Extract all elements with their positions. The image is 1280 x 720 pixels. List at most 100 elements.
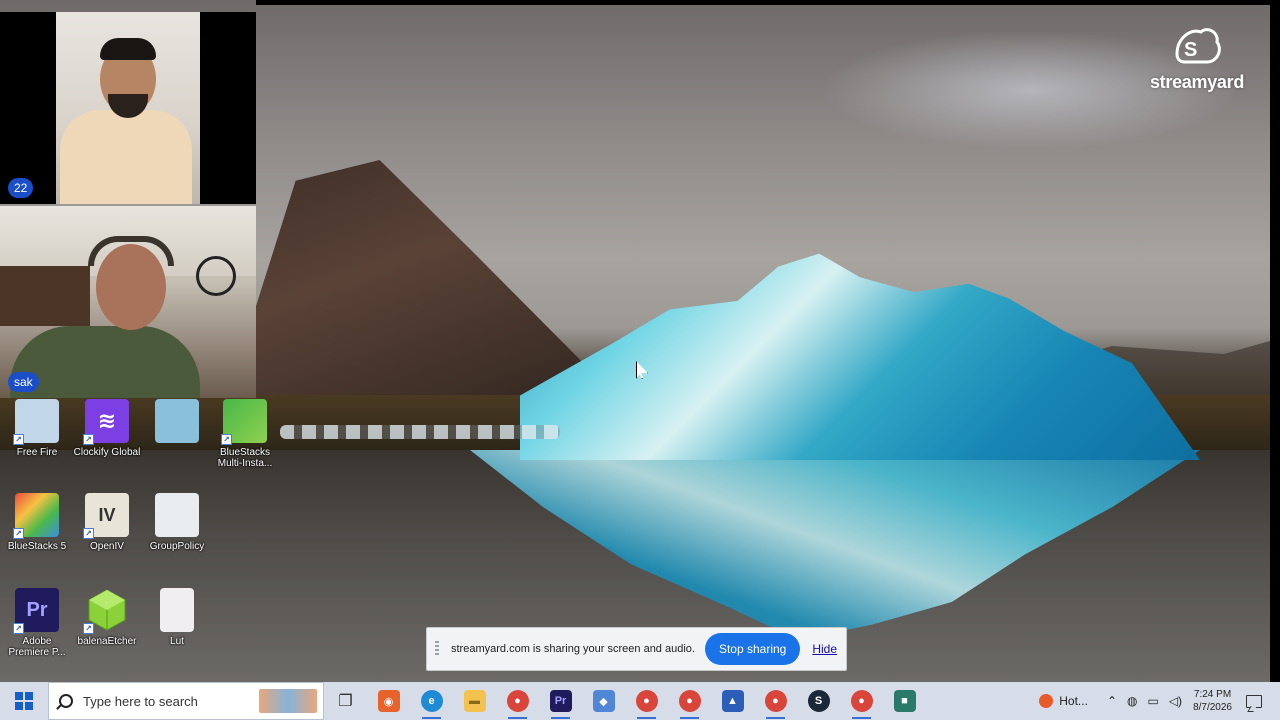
premiere-pro-icon: Pr ↗ [13,588,59,634]
streamyard-logo: S streamyard [1138,24,1256,93]
taskbar-app-task-view[interactable]: ❐ [324,682,367,720]
desktop-icon-clockify[interactable]: ≋ ↗ Clockify Global [73,399,141,458]
share-message: streamyard.com is sharing your screen an… [451,643,695,655]
desktop-icon-balena-etcher[interactable]: ↗ balenaEtcher [73,588,141,647]
weather-widget[interactable]: Hot... [1039,694,1088,708]
drag-handle-icon[interactable] [435,641,439,657]
desktop-icon-bluestacks[interactable]: ↗ BlueStacks 5 [3,493,71,552]
volume-icon[interactable]: ◁) [1169,694,1182,708]
taskbar-app-steam[interactable]: S [797,682,840,720]
stop-sharing-button[interactable]: Stop sharing [704,633,801,665]
network-icon[interactable]: ◍ [1127,694,1137,708]
desktop-icon-lut[interactable]: Lut [143,588,211,647]
desktop-icon-label: GroupPolicy [149,541,205,552]
weather-label: Hot... [1059,694,1088,708]
desktop-icon-label: BlueStacks 5 [7,541,67,552]
taskbar-app-edge[interactable]: e [410,682,453,720]
app-icon: ▲ [721,690,744,712]
file-icon [160,588,194,632]
windows-icon [15,692,33,710]
participant-camera-1 [56,12,200,204]
browser-icon: ◉ [377,690,400,712]
taskbar-app-generic[interactable]: ■ [883,682,926,720]
ice-floes [280,425,560,439]
taskbar-app-file-explorer[interactable]: ▬ [453,682,496,720]
weather-icon [1039,694,1054,708]
desktop-icon-label: OpenIV [90,541,124,552]
clock[interactable]: 7:24 PM 8/7/2026 [1193,688,1232,714]
participant-camera-2 [0,206,256,398]
taskbar-app-chrome[interactable]: ● [668,682,711,720]
camera-letterbox [200,12,256,204]
chrome-icon: ● [635,690,658,712]
chrome-icon: ● [506,690,529,712]
camera-letterbox [0,12,56,204]
chrome-icon: ● [850,690,873,712]
task-view-icon: ❐ [338,693,353,710]
openiv-icon: IV ↗ [83,493,129,539]
iceberg [520,253,1200,460]
search-placeholder: Type here to search [83,693,198,709]
notification-icon[interactable] [1246,694,1262,708]
balena-etcher-icon: ↗ [83,588,129,634]
person [60,110,192,204]
taskbar-app-chrome[interactable]: ● [625,682,668,720]
desktop-icon-premiere-pro[interactable]: Pr ↗ Adobe Premiere P... [3,588,71,658]
desktop-icon-bluestacks-multi-instance[interactable]: ↗ BlueStacks Multi-Insta... [211,399,279,469]
app-icon [155,399,199,443]
desktop-icon-grouppolicy[interactable]: GroupPolicy [143,493,211,552]
app-icon: ◆ [592,690,615,712]
search-highlight-image [259,689,317,713]
file-explorer-icon: ▬ [463,690,486,712]
edge-icon: e [420,690,443,712]
person [10,326,200,398]
desktop-icon-openiv[interactable]: IV ↗ OpenIV [73,493,141,552]
clock-time: 7:24 PM [1193,689,1232,700]
free-fire-icon: ↗ [13,399,59,445]
fan [196,256,236,296]
file-icon [155,493,199,537]
taskbar-app-chrome[interactable]: ● [754,682,797,720]
participant-badge: sak [8,372,39,392]
clockify-icon: ≋ ↗ [83,399,129,445]
taskbar-app-chrome[interactable]: ● [840,682,883,720]
chevron-up-icon[interactable]: ⌃ [1107,694,1117,708]
bluestacks-multi-instance-icon: ↗ [221,399,267,445]
steam-icon: S [807,690,830,712]
taskbar-search-box[interactable]: Type here to search [48,682,324,720]
streamyard-logo-icon: S [1171,24,1223,72]
participant-badge: 22 [8,178,34,198]
taskbar-app-generic[interactable]: ◆ [582,682,625,720]
desktop-icon-label: BlueStacks Multi-Insta... [217,447,273,469]
svg-text:S: S [1184,39,1197,61]
desktop-icon-label: Lut [170,636,184,647]
desktop-icon-free-fire[interactable]: ↗ Free Fire [3,399,71,458]
brand-name: streamyard [1149,72,1245,92]
search-icon [59,694,73,708]
desktop-icon-label: Adobe Premiere P... [8,636,66,658]
desktop-icon-label: balenaEtcher [77,636,137,647]
screen-share-notification: streamyard.com is sharing your screen an… [426,627,847,671]
system-tray: Hot... ⌃ ◍ ▭ ◁) 7:24 PM 8/7/2026 [1039,682,1280,720]
taskbar-app-browser[interactable]: ◉ [367,682,410,720]
app-icon: ■ [893,690,916,712]
taskbar-app-chrome[interactable]: ● [496,682,539,720]
furniture [0,266,90,326]
start-button[interactable] [0,682,48,720]
bluestacks-icon: ↗ [13,493,59,539]
stream-frame-right [1270,0,1280,682]
stream-frame-top [256,0,1280,5]
desktop-icon-label: Clockify Global [73,447,141,458]
taskbar-app-generic[interactable]: ▲ [711,682,754,720]
taskbar: Type here to search ❐ ◉ e ▬ ● Pr ◆ ● ● ▲… [0,682,1280,720]
hide-link[interactable]: Hide [812,642,837,656]
battery-icon[interactable]: ▭ [1147,694,1158,708]
hair [100,38,156,60]
clock-date: 8/7/2026 [1193,702,1232,713]
taskbar-app-premiere-pro[interactable]: Pr [539,682,582,720]
chrome-icon: ● [764,690,787,712]
premiere-pro-icon: Pr [549,690,572,712]
chrome-icon: ● [678,690,701,712]
desktop-icon-app[interactable] [143,399,211,443]
headphones [88,236,174,266]
